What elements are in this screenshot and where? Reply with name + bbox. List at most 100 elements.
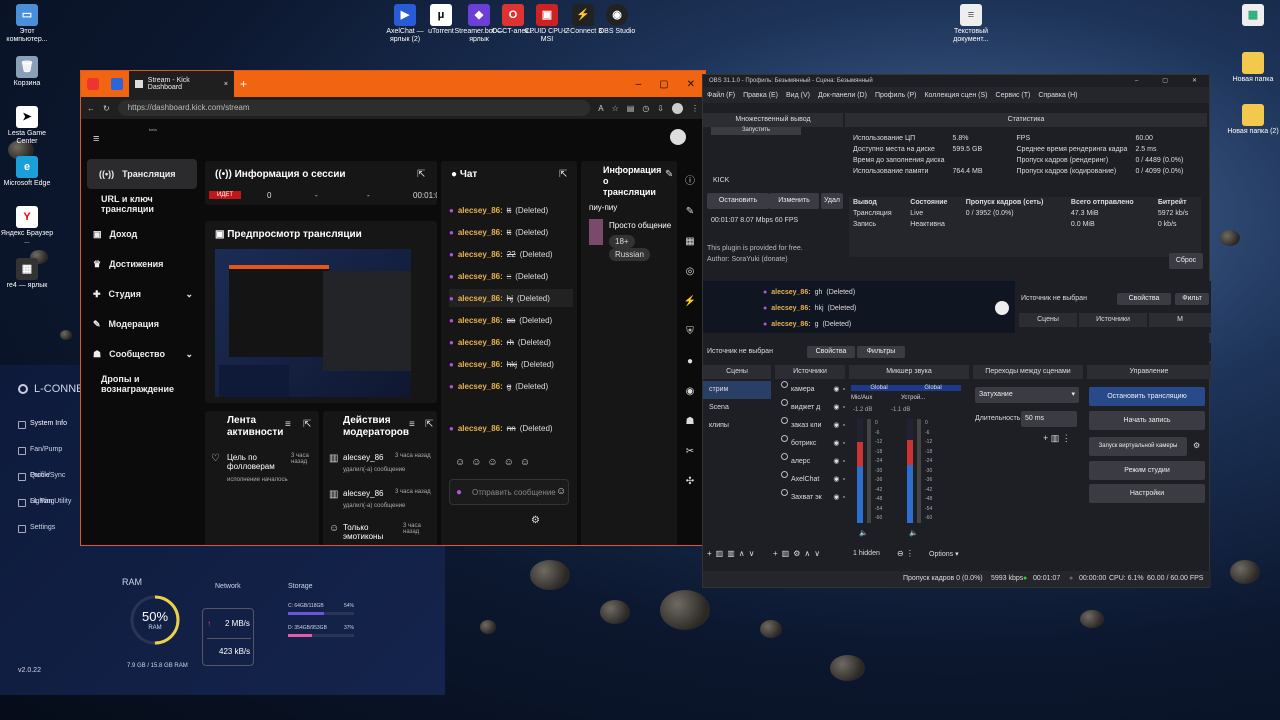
lconnect-menu-fan-pump[interactable]: Fan/Pump Profile	[0, 437, 82, 479]
tab-sources-top[interactable]: Источники	[1079, 313, 1147, 327]
mute-icon[interactable]: 🔈	[859, 529, 868, 537]
desktop-icon-textdoc[interactable]: ≡ Текстовый документ...	[944, 4, 998, 44]
sidebar-item-url-key[interactable]: URL и ключ трансляции	[81, 189, 201, 219]
filters-button[interactable]: Фильт	[1175, 293, 1209, 305]
mixer-fader-1[interactable]	[867, 419, 871, 523]
obs-menu-item[interactable]: Коллекция сцен (S)	[924, 92, 987, 99]
chat-message[interactable]: ● alecsey_86: вв (Deleted)	[449, 311, 552, 329]
filter-icon[interactable]: ≡	[285, 419, 291, 430]
transition-select[interactable]: Затухание ▾	[975, 387, 1079, 403]
scene-item[interactable]: клипы	[703, 417, 771, 435]
desktop-icon-computer[interactable]: ▭ Этот компьютер...	[0, 4, 54, 44]
lightning-icon[interactable]: ⚡	[681, 287, 699, 317]
close-icon[interactable]: ✕	[687, 79, 695, 90]
desktop-icon-lesta[interactable]: ➤ Lesta Game Center	[0, 106, 54, 146]
sidebar-item-studio[interactable]: ✚ Студия ⌄	[81, 279, 201, 309]
nodes-icon[interactable]: ✣	[681, 467, 699, 497]
desktop-icon-edge[interactable]: e Microsoft Edge	[0, 156, 54, 188]
tab-close-icon[interactable]: ×	[224, 81, 228, 88]
virtual-camera-button[interactable]: Запуск виртуальной камеры	[1089, 437, 1187, 456]
visibility-icon[interactable]: ◉	[833, 489, 839, 507]
sidebar-item-community[interactable]: ☗ Сообщество ⌄	[81, 339, 201, 369]
target-icon[interactable]: ◎	[681, 257, 699, 287]
back-icon[interactable]: ←	[87, 104, 95, 113]
duration-input[interactable]: 50 ms	[1021, 411, 1077, 427]
properties-button[interactable]: Свойства	[807, 346, 855, 358]
bookmark-icon[interactable]: ☆	[612, 104, 619, 113]
lconnect-menu-lighting[interactable]: Quick/Sync Lighting	[0, 463, 82, 505]
group-icon[interactable]: ☗	[681, 407, 699, 437]
chat-message[interactable]: ● alecsey_86: nn (Deleted)	[449, 419, 553, 437]
shield-icon[interactable]: ⛨	[681, 317, 699, 347]
stop-output-button[interactable]: Остановить	[707, 193, 769, 209]
edit-icon[interactable]: ✎	[665, 169, 673, 180]
sidebar-item-achievements[interactable]: ♛ Достижения	[81, 249, 201, 279]
desktop-icon-folder2[interactable]: Новая папка (2)	[1226, 104, 1280, 136]
source-item[interactable]: AxelChat ◉ ▫	[775, 471, 845, 489]
minimize-icon[interactable]: –	[636, 79, 642, 90]
chat-message[interactable]: ● alecsey_86: tt (Deleted)	[449, 223, 548, 241]
extensions-icon[interactable]: ▤	[627, 104, 635, 113]
lconnect-menu-sl-fan[interactable]: SL Fan Utility	[0, 489, 82, 515]
stream-preview[interactable]	[215, 249, 411, 397]
info-icon[interactable]: ⓘ	[681, 167, 699, 197]
reload-icon[interactable]: ↻	[103, 104, 110, 113]
obs-menu-item[interactable]: Сервис (T)	[996, 92, 1031, 99]
sidebar-item-stream[interactable]: ((•)) Трансляция	[87, 159, 197, 189]
obs-menu-item[interactable]: Вид (V)	[786, 92, 810, 99]
obs-menu-item[interactable]: Док-панели (D)	[818, 92, 867, 99]
visibility-icon[interactable]: ◉	[833, 471, 839, 489]
visibility-icon[interactable]: ◉	[833, 381, 839, 399]
lock-icon[interactable]: ▫	[843, 435, 845, 453]
tab-doc-icon[interactable]	[105, 71, 129, 97]
scene-item[interactable]: Scena	[703, 399, 771, 417]
desktop-icon-app[interactable]: ▦	[1226, 4, 1280, 28]
address-bar[interactable]: https://dashboard.kick.com/stream	[117, 100, 591, 116]
source-item[interactable]: заказ кли ◉ ▫	[775, 417, 845, 435]
desktop-icon-folder1[interactable]: Новая папка	[1226, 52, 1280, 84]
edit-icon[interactable]: ✎	[681, 197, 699, 227]
lock-icon[interactable]: ▫	[843, 417, 845, 435]
grid-icon[interactable]: ▦	[681, 227, 699, 257]
stop-stream-button[interactable]: Остановить трансляцию	[1089, 387, 1205, 406]
sidebar-item-income[interactable]: ▣ Доход	[81, 219, 201, 249]
visibility-icon[interactable]: ◉	[833, 453, 839, 471]
lconnect-menu-system-info[interactable]: System Info	[0, 411, 82, 437]
obs-preview[interactable]: ● alecsey_86: gh (Deleted) ● alecsey_86: hkj (D…	[703, 281, 1015, 333]
settings-icon[interactable]: ⚙	[531, 515, 540, 526]
lock-icon[interactable]: ▫	[843, 381, 845, 399]
expand-icon[interactable]: ⇱	[425, 419, 433, 430]
chat-message[interactable]: ● alecsey_86: 22 (Deleted)	[449, 245, 553, 263]
translate-icon[interactable]: A	[598, 104, 603, 113]
visibility-icon[interactable]: ◉	[833, 417, 839, 435]
expand-icon[interactable]: ⇱	[417, 169, 425, 180]
scene-toolbar[interactable]: +▥▥∧∨	[707, 549, 759, 558]
mixer-options-button[interactable]: Options ▾	[929, 550, 959, 558]
tab-scenes-top[interactable]: Сцены	[1019, 313, 1077, 327]
menu-icon[interactable]: ⋮	[691, 104, 699, 113]
reset-stats-button[interactable]: Сброс	[1169, 253, 1203, 269]
emoji-icon[interactable]: ☺	[556, 486, 566, 497]
source-item[interactable]: ботрикс ◉ ▫	[775, 435, 845, 453]
desktop-icon-re4[interactable]: ▦ re4 — ярлык	[0, 258, 54, 290]
profile-avatar[interactable]	[672, 102, 683, 114]
gear-icon[interactable]: ⚙	[1193, 441, 1200, 450]
chat-message[interactable]: ● alecsey_86: rh (Deleted)	[449, 333, 551, 351]
source-item[interactable]: алерс ◉ ▫	[775, 453, 845, 471]
new-tab-button[interactable]: +	[234, 71, 253, 97]
lock-icon[interactable]: ▫	[843, 489, 845, 507]
sidebar-item-moderation[interactable]: ✎ Модерация	[81, 309, 201, 339]
filters-button[interactable]: Фильтры	[857, 346, 905, 358]
maximize-icon[interactable]: ▢	[659, 79, 668, 90]
chat-message[interactable]: ● alecsey_86: g (Deleted)	[449, 377, 548, 395]
studio-mode-button[interactable]: Режим студии	[1089, 461, 1205, 480]
expand-icon[interactable]: ⇱	[303, 419, 311, 430]
desktop-icon-obs[interactable]: ◉ OBS Studio	[590, 4, 644, 36]
chat-message[interactable]: ● alecsey_86: hj (Deleted)	[449, 289, 573, 307]
download-icon[interactable]: ⇩	[657, 104, 664, 113]
settings-button[interactable]: Настройки	[1089, 484, 1205, 503]
broadcast-icon[interactable]: ◉	[681, 377, 699, 407]
properties-button[interactable]: Свойства	[1117, 293, 1171, 305]
source-toolbar[interactable]: +▥⚙∧∨	[773, 549, 824, 558]
close-icon[interactable]: ✕	[1192, 75, 1197, 87]
